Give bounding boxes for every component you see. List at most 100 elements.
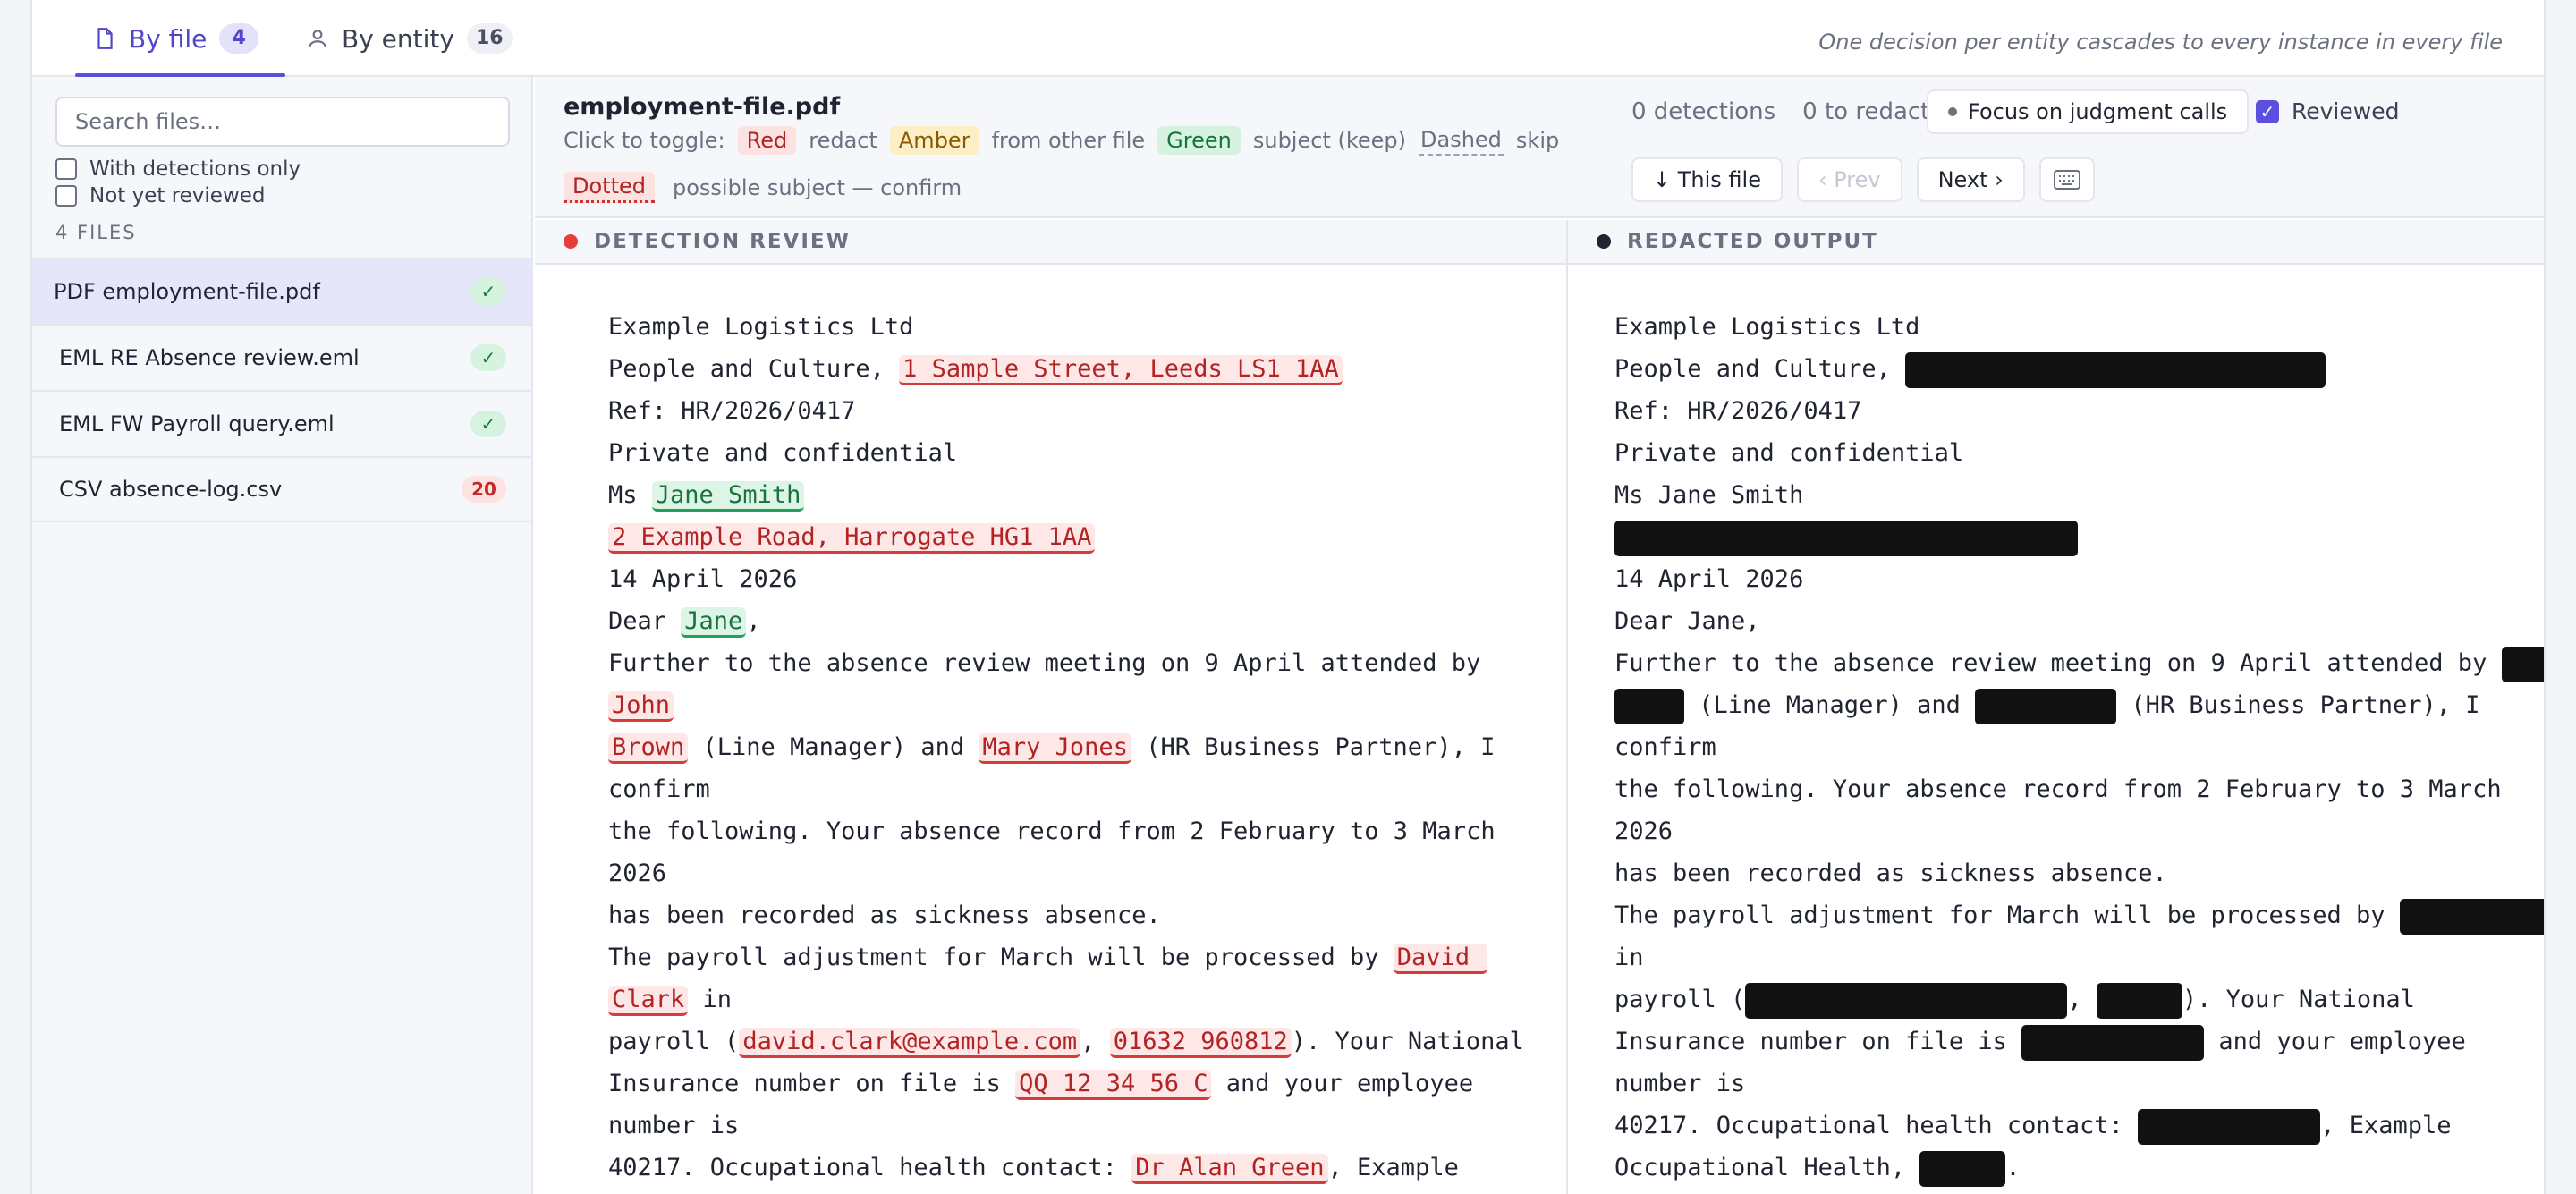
top-bar: By file 4 By entity 16 One decision per …: [32, 0, 2544, 77]
detection-stats: 0 detections 0 to redact: [1631, 98, 1929, 125]
legend-amber-desc: from other file: [991, 128, 1146, 153]
to-redact-count: 0 to redact: [1802, 98, 1930, 125]
tab-by-file[interactable]: By file 4: [74, 0, 286, 77]
doc-text: , Example: [1327, 1154, 1459, 1181]
doc-text: in: [688, 986, 733, 1013]
pane-title: REDACTED OUTPUT: [1627, 230, 1878, 253]
doc-line: The payroll adjustment for March will be…: [608, 936, 1566, 978]
doc-text: People and Culture,: [608, 355, 900, 383]
tab-by-entity[interactable]: By entity 16: [306, 0, 513, 77]
redact-highlight[interactable]: Brown: [608, 733, 689, 764]
file-item[interactable]: PDF employment-file.pdf ✓: [32, 258, 531, 324]
checkbox-box[interactable]: [55, 185, 77, 207]
subject-highlight[interactable]: Jane: [681, 607, 747, 638]
doc-text: Ref: HR/2026/0417: [608, 397, 856, 425]
file-list: PDF employment-file.pdf ✓ EML RE Absence…: [32, 258, 531, 522]
doc-text: has been recorded as sickness absence.: [608, 902, 1161, 929]
doc-text: Example Logistics Ltd: [1614, 313, 1920, 341]
doc-line: The payroll adjustment for March will be…: [1614, 894, 2544, 936]
doc-line: Insurance number on file is and your emp…: [1614, 1020, 2544, 1063]
doc-text: Private and confidential: [1614, 439, 1964, 467]
reviewed-check-icon: ✓: [470, 344, 506, 371]
tab-label: By entity: [342, 23, 454, 54]
this-file-button[interactable]: ↓ This file: [1631, 157, 1783, 202]
doc-line: payroll (david.clark@example.com, 01632 …: [608, 1020, 1566, 1063]
search-input[interactable]: [55, 97, 510, 147]
doc-text: Further to the absence review meeting on…: [608, 649, 1496, 677]
doc-text: and your employee: [1211, 1070, 1474, 1097]
doc-text: 2026: [1614, 817, 1674, 845]
checkmark-icon[interactable]: ✓: [2256, 99, 2279, 123]
redact-highlight[interactable]: John: [608, 691, 674, 722]
doc-text: Ref: HR/2026/0417: [1614, 397, 1862, 425]
doc-line: Clark in: [608, 978, 1566, 1020]
focus-judgment-calls-button[interactable]: Focus on judgment calls: [1927, 89, 2250, 134]
doc-text: (Line Manager) and: [688, 733, 979, 761]
doc-text: .: [2005, 1154, 2021, 1181]
legend-green-desc: subject (keep): [1252, 128, 1407, 153]
doc-line: [1614, 516, 2544, 558]
redact-highlight[interactable]: David: [1393, 944, 1488, 974]
doc-text: Insurance number on file is: [608, 1070, 1016, 1097]
legend-dashed-chip: Dashed: [1419, 125, 1504, 156]
doc-line: confirm: [1614, 726, 2544, 768]
doc-text: number is: [608, 1112, 740, 1139]
doc-line: Dear Jane,: [608, 600, 1566, 642]
doc-text: in: [1614, 944, 1644, 971]
next-button[interactable]: Next ›: [1916, 157, 2025, 202]
doc-text: ). Your National: [1291, 1028, 1524, 1055]
doc-line: 2026: [608, 852, 1566, 894]
doc-line: 40217. Occupational health contact: Dr A…: [608, 1147, 1566, 1189]
file-name: CSV absence-log.csv: [59, 477, 283, 502]
doc-text: Private and confidential: [608, 439, 958, 467]
doc-line: number is: [608, 1105, 1566, 1147]
redact-highlight[interactable]: Dr Alan Green: [1131, 1154, 1328, 1184]
detection-review-pane: Example Logistics Ltd People and Culture…: [535, 267, 1566, 1194]
tab-label: By file: [129, 23, 208, 54]
app-frame: By file 4 By entity 16 One decision per …: [30, 0, 2546, 1194]
redact-highlight[interactable]: Clark: [608, 986, 689, 1016]
doc-line: 14 April 2026: [608, 558, 1566, 600]
checkbox-box[interactable]: [55, 158, 77, 180]
redaction-block: [2399, 898, 2544, 935]
doc-line: People and Culture, 1 Sample Street, Lee…: [608, 348, 1566, 390]
redact-highlight[interactable]: 01632 960812: [1109, 1028, 1292, 1058]
redact-highlight[interactable]: david.clark@example.com: [739, 1028, 1081, 1058]
redaction-block: [1614, 688, 1684, 724]
doc-text: (Line Manager) and: [1684, 691, 1976, 719]
doc-line: has been recorded as sickness absence.: [1614, 852, 2544, 894]
legend-amber-chip: Amber: [889, 126, 979, 155]
files-count-heading: 4 FILES: [55, 222, 137, 243]
redact-highlight[interactable]: QQ 12 34 56 C: [1015, 1070, 1212, 1100]
subject-highlight[interactable]: Jane Smith: [651, 481, 805, 512]
file-item[interactable]: EML FW Payroll query.eml ✓: [32, 390, 531, 456]
doc-line: Private and confidential: [1614, 432, 2544, 474]
doc-line: the following. Your absence record from …: [608, 810, 1566, 852]
reviewed-checkbox[interactable]: ✓ Reviewed: [2256, 98, 2399, 124]
doc-line: Brown (Line Manager) and Mary Jones (HR …: [608, 726, 1566, 768]
redaction-block: [2096, 982, 2182, 1019]
filter-detections-checkbox[interactable]: With detections only: [55, 157, 301, 181]
legend-red-chip: Red: [737, 126, 797, 155]
filter-unreviewed-checkbox[interactable]: Not yet reviewed: [55, 184, 266, 207]
redact-highlight[interactable]: 1 Sample Street, Leeds LS1 1AA: [899, 355, 1343, 385]
detections-count: 0 detections: [1631, 98, 1776, 125]
doc-line: number is: [1614, 1063, 2544, 1105]
detection-review-header: DETECTION REVIEW: [535, 220, 1566, 265]
doc-text: Dear: [608, 607, 682, 635]
doc-text: (HR Business Partner), I: [2116, 691, 2480, 719]
legend-red-desc: redact: [809, 128, 877, 153]
redact-highlight[interactable]: 2 Example Road, Harrogate HG1 1AA: [608, 523, 1096, 554]
doc-text: Jane: [1687, 607, 1746, 635]
file-header: employment-file.pdf Click to toggle: Red…: [535, 77, 2544, 218]
redaction-block: [1975, 688, 2117, 724]
prev-button[interactable]: ‹ Prev: [1796, 157, 1902, 202]
doc-text: Example Logistics Ltd: [608, 313, 914, 341]
user-icon: [309, 30, 326, 47]
keyboard-shortcuts-button[interactable]: [2038, 157, 2095, 202]
file-name: EML FW Payroll query.eml: [59, 411, 335, 436]
doc-text: Jane Smith: [1657, 481, 1804, 509]
redact-highlight[interactable]: Mary Jones: [979, 733, 1131, 764]
file-item[interactable]: EML RE Absence review.eml ✓: [32, 324, 531, 390]
file-item[interactable]: CSV absence-log.csv 20: [32, 456, 531, 522]
